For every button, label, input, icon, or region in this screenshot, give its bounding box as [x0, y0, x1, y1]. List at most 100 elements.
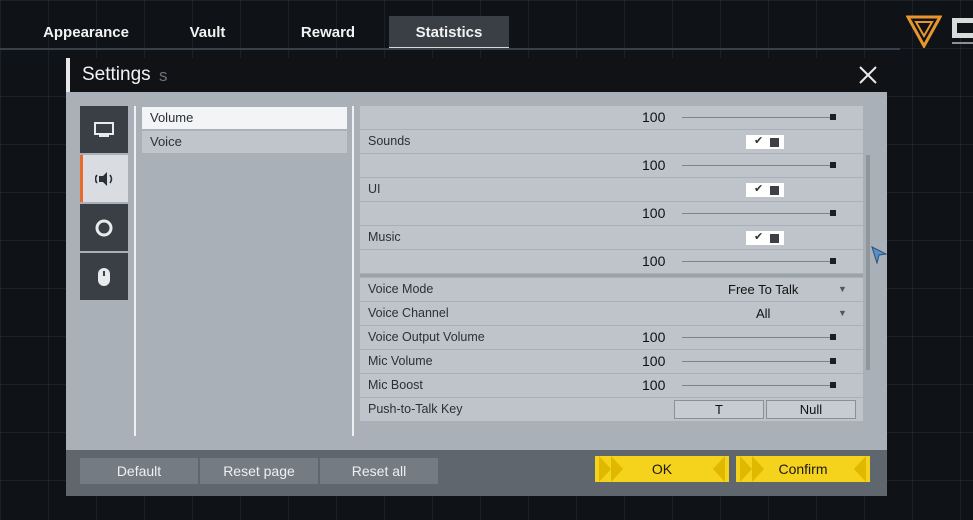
ui-volume-knob[interactable]: [830, 210, 836, 216]
voice-output-value: 100: [642, 329, 666, 345]
category-display[interactable]: [80, 106, 128, 153]
sounds-volume-value: 100: [642, 157, 666, 173]
voice-output-row: Voice Output Volume 100: [360, 326, 863, 349]
ui-label: UI: [368, 182, 381, 196]
music-volume-row: 100: [360, 250, 863, 273]
subcategory-voice[interactable]: Voice: [142, 131, 347, 153]
toggle-box: [770, 138, 779, 147]
settings-titlebar: Settings s: [66, 58, 887, 92]
mic-boost-row: Mic Boost 100: [360, 374, 863, 397]
mic-boost-label: Mic Boost: [368, 378, 423, 392]
tab-reward[interactable]: Reward: [280, 16, 376, 49]
reset-page-button[interactable]: Reset page: [200, 458, 318, 484]
sounds-row: Sounds ✔: [360, 130, 863, 153]
mouse-cursor-icon: [871, 246, 887, 264]
category-audio[interactable]: [80, 155, 128, 202]
sounds-volume-knob[interactable]: [830, 162, 836, 168]
confirm-label: Confirm: [778, 461, 828, 477]
sounds-toggle[interactable]: ✔: [746, 135, 784, 149]
scrollbar[interactable]: [866, 155, 870, 370]
voice-mode-row: Voice Mode Free To Talk ▼: [360, 278, 863, 301]
mic-volume-row: Mic Volume 100: [360, 350, 863, 373]
reset-all-button[interactable]: Reset all: [320, 458, 438, 484]
speaker-icon: [94, 171, 112, 186]
category-controls[interactable]: [80, 253, 128, 300]
ui-row: UI ✔: [360, 178, 863, 201]
voice-output-slider[interactable]: [682, 337, 836, 338]
ui-toggle[interactable]: ✔: [746, 183, 784, 197]
chevron-right-icon: [599, 456, 611, 482]
sounds-label: Sounds: [368, 134, 411, 148]
divider-right: [352, 106, 354, 436]
music-volume-knob[interactable]: [830, 258, 836, 264]
chevron-right-icon: [752, 456, 764, 482]
tab-vault[interactable]: Vault: [160, 16, 255, 49]
mic-boost-knob[interactable]: [830, 382, 836, 388]
master-volume-row: 100: [360, 106, 863, 129]
voice-output-knob[interactable]: [830, 334, 836, 340]
ptt-label: Push-to-Talk Key: [368, 402, 463, 416]
settings-title-ghost: s: [159, 66, 168, 85]
chevron-left-icon: [713, 456, 725, 482]
toggle-box: [770, 186, 779, 195]
voice-channel-row: Voice Channel All ▼: [360, 302, 863, 325]
toggle-box: [770, 234, 779, 243]
mic-volume-value: 100: [642, 353, 666, 369]
settings-rows: 100 Sounds ✔ 100 UI ✔ 100 Music ✔ 100 Vo…: [360, 106, 863, 426]
voice-output-label: Voice Output Volume: [368, 330, 485, 344]
music-label: Music: [368, 230, 401, 244]
mic-volume-label: Mic Volume: [368, 354, 433, 368]
ptt-key-secondary[interactable]: Null: [766, 400, 856, 419]
check-icon: ✔: [754, 135, 764, 147]
divider-left: [134, 106, 136, 436]
master-volume-slider[interactable]: [682, 117, 836, 118]
close-icon[interactable]: [857, 64, 879, 86]
master-volume-value: 100: [642, 109, 666, 125]
music-row: Music ✔: [360, 226, 863, 249]
check-icon: ✔: [754, 183, 764, 195]
check-icon: ✔: [754, 231, 764, 243]
default-button[interactable]: Default: [80, 458, 198, 484]
mic-volume-knob[interactable]: [830, 358, 836, 364]
settings-footer: Default Reset page Reset all OK Confirm: [66, 450, 887, 496]
network-icon: [95, 219, 113, 236]
chevron-right-icon: [611, 456, 623, 482]
sounds-volume-row: 100: [360, 154, 863, 177]
chevron-down-icon[interactable]: ▼: [838, 308, 847, 318]
nav-divider: [0, 48, 900, 50]
music-volume-slider[interactable]: [682, 261, 836, 262]
ui-volume-slider[interactable]: [682, 213, 836, 214]
ptt-key-primary[interactable]: T: [674, 400, 764, 419]
tab-appearance[interactable]: Appearance: [28, 16, 144, 49]
category-network[interactable]: [80, 204, 128, 251]
voice-mode-dropdown[interactable]: Free To Talk: [728, 282, 798, 297]
music-volume-value: 100: [642, 253, 666, 269]
ok-label: OK: [651, 461, 673, 477]
ptt-row: Push-to-Talk Key T Null: [360, 398, 863, 421]
settings-window: Settings s Volume Voice 100 Sounds ✔ 100…: [66, 58, 887, 496]
confirm-button[interactable]: Confirm: [736, 456, 870, 482]
chevron-right-icon: [740, 456, 752, 482]
mouse-icon: [98, 267, 110, 286]
tab-statistics[interactable]: Statistics: [389, 16, 509, 49]
brand-logo-icon: [952, 18, 973, 44]
sounds-volume-slider[interactable]: [682, 165, 836, 166]
music-toggle[interactable]: ✔: [746, 231, 784, 245]
mic-volume-slider[interactable]: [682, 361, 836, 362]
master-volume-knob[interactable]: [830, 114, 836, 120]
ok-button[interactable]: OK: [595, 456, 729, 482]
mic-boost-value: 100: [642, 377, 666, 393]
monitor-icon: [94, 121, 114, 137]
mic-boost-slider[interactable]: [682, 385, 836, 386]
subcategory-volume[interactable]: Volume: [142, 107, 347, 129]
game-logo-icon: [906, 15, 942, 48]
voice-channel-dropdown[interactable]: All: [756, 306, 770, 321]
settings-title: Settings: [82, 64, 151, 85]
voice-mode-label: Voice Mode: [368, 282, 434, 296]
settings-body: Volume Voice 100 Sounds ✔ 100 UI ✔ 100 M…: [66, 92, 887, 496]
chevron-down-icon[interactable]: ▼: [838, 284, 847, 294]
ui-volume-value: 100: [642, 205, 666, 221]
section-separator: [360, 274, 863, 277]
top-nav: Appearance Vault Reward Statistics: [0, 0, 973, 50]
voice-channel-label: Voice Channel: [368, 306, 449, 320]
